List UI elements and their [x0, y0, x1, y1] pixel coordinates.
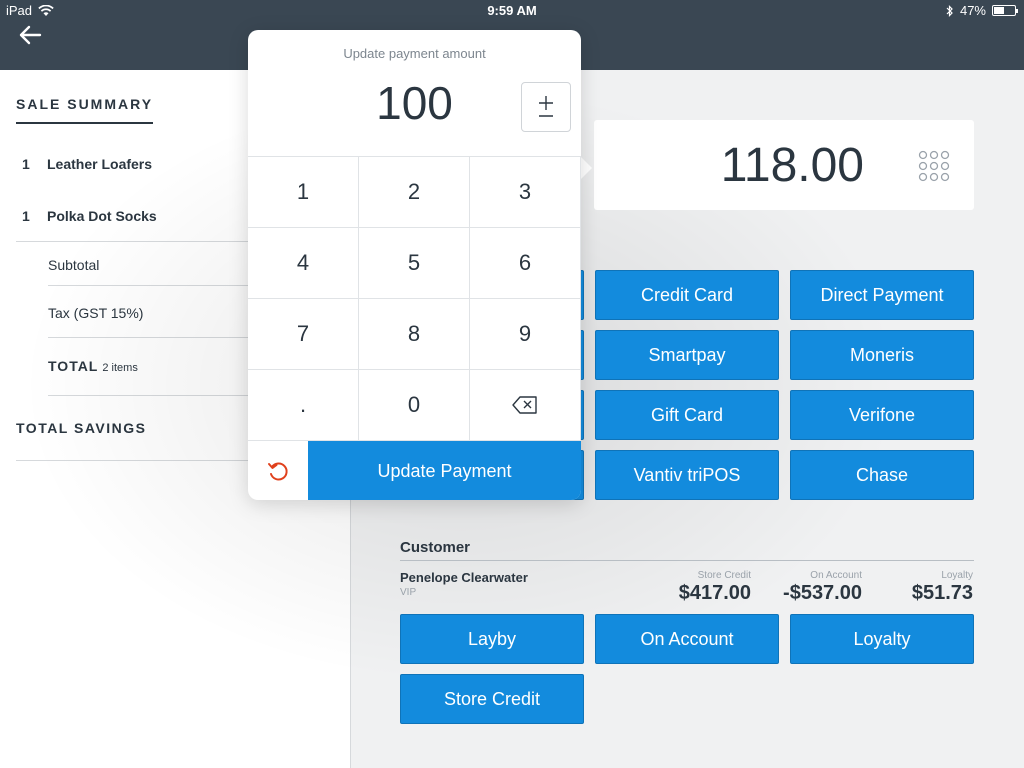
key-4[interactable]: 4	[248, 227, 359, 298]
store-credit-stat: Store Credit $417.00	[640, 570, 751, 605]
key-5[interactable]: 5	[359, 227, 470, 298]
key-6[interactable]: 6	[470, 227, 581, 298]
layby-button[interactable]: Layby	[400, 614, 584, 664]
plus-minus-button[interactable]	[521, 82, 571, 132]
on-account-button[interactable]: On Account	[595, 614, 779, 664]
tax-label: Tax (GST 15%)	[48, 305, 144, 321]
payment-amount: 118.00	[720, 139, 864, 192]
loyalty-stat: Loyalty $51.73	[862, 570, 973, 605]
key-2[interactable]: 2	[359, 156, 470, 227]
store-credit-button[interactable]: Store Credit	[400, 674, 584, 724]
line-item-qty: 1	[22, 156, 30, 172]
status-bar: iPad 9:59 AM 47%	[0, 0, 1024, 20]
total-savings-label: TOTAL SAVINGS	[16, 420, 147, 436]
on-account-value: -$537.00	[783, 582, 862, 604]
bluetooth-icon	[946, 4, 953, 17]
loyalty-button[interactable]: Loyalty	[790, 614, 974, 664]
on-account-label: On Account	[810, 570, 862, 581]
reset-button[interactable]	[248, 441, 308, 500]
key-9[interactable]: 9	[470, 298, 581, 369]
total-label: TOTAL	[48, 358, 99, 374]
battery-icon	[992, 5, 1018, 16]
key-0[interactable]: 0	[359, 369, 470, 440]
battery-percent: 47%	[959, 3, 986, 18]
popover-title: Update payment amount	[343, 46, 486, 61]
update-payment-popover: Update payment amount 100 1 2 3 4 5 6 7 …	[248, 30, 581, 500]
status-time: 9:59 AM	[487, 3, 537, 18]
moneris-button[interactable]: Moneris	[790, 330, 974, 380]
total-items-count: 2 items	[102, 362, 138, 374]
loyalty-label: Loyalty	[941, 570, 973, 581]
chase-button[interactable]: Chase	[790, 450, 974, 500]
on-account-stat: On Account -$537.00	[751, 570, 862, 605]
payment-amount-box[interactable]: 118.00	[594, 120, 974, 210]
line-item[interactable]: 1 Leather Loafers	[22, 156, 152, 172]
verifone-button[interactable]: Verifone	[790, 390, 974, 440]
line-item[interactable]: 1 Polka Dot Socks	[22, 208, 157, 224]
sale-summary-title: SALE SUMMARY	[16, 96, 154, 124]
key-8[interactable]: 8	[359, 298, 470, 369]
backspace-icon	[512, 396, 537, 414]
line-item-name: Polka Dot Socks	[47, 208, 157, 224]
keypad-icon[interactable]	[918, 150, 950, 182]
loyalty-value: $51.73	[911, 582, 973, 604]
key-decimal[interactable]: .	[248, 369, 359, 440]
customer-group-tag: VIP	[400, 587, 417, 598]
key-3[interactable]: 3	[470, 156, 581, 227]
store-credit-label: Store Credit	[697, 570, 751, 581]
store-credit-value: $417.00	[678, 582, 751, 604]
line-item-name: Leather Loafers	[47, 156, 153, 172]
divider	[400, 560, 974, 561]
back-arrow-icon[interactable]	[18, 24, 42, 46]
key-1[interactable]: 1	[248, 156, 359, 227]
customer-name: Penelope Clearwater	[400, 570, 528, 585]
customer-heading: Customer	[400, 539, 471, 556]
popover-actions: Update Payment	[248, 440, 581, 500]
plus-minus-icon	[539, 96, 553, 117]
line-item-qty: 1	[22, 208, 30, 224]
total-row: TOTAL 2 items	[48, 358, 138, 374]
backspace-key[interactable]	[470, 369, 581, 440]
undo-icon	[268, 462, 288, 481]
update-payment-button[interactable]: Update Payment	[308, 441, 581, 500]
subtotal-label: Subtotal	[48, 257, 100, 273]
gift-card-button[interactable]: Gift Card	[595, 390, 779, 440]
credit-card-button[interactable]: Credit Card	[595, 270, 779, 320]
vantiv-tripos-button[interactable]: Vantiv triPOS	[595, 450, 779, 500]
direct-payment-button[interactable]: Direct Payment	[790, 270, 974, 320]
key-7[interactable]: 7	[248, 298, 359, 369]
smartpay-button[interactable]: Smartpay	[595, 330, 779, 380]
